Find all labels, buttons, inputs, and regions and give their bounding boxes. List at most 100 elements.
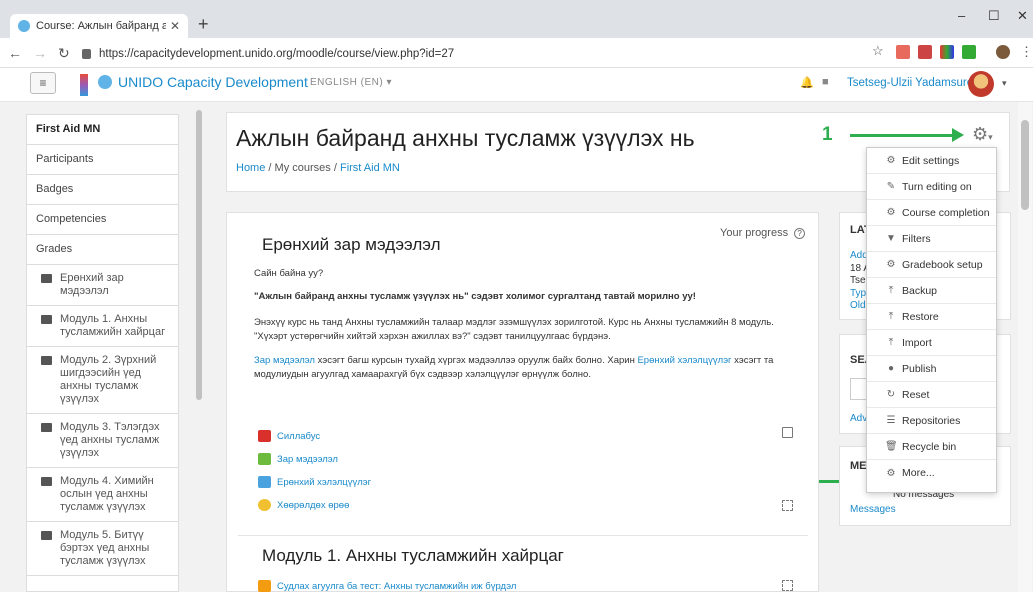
gear-icon: ⚙ <box>886 155 896 166</box>
menu-item-reset[interactable]: ↻ Reset <box>867 382 996 408</box>
sidebar-item-competencies[interactable]: Competencies <box>27 205 178 235</box>
avatar[interactable] <box>968 71 994 97</box>
menu-item-gradebook-setup[interactable]: ⚙ Gradebook setup <box>867 252 996 278</box>
lock-icon <box>82 49 91 59</box>
refresh-icon: ↻ <box>886 389 896 400</box>
greeting-text: Сайн байна уу? <box>254 268 324 279</box>
sidebar-section-item[interactable]: Модуль 3. Тэлэгдэх үед анхны тусламж үзү… <box>27 414 178 468</box>
gear-icon: ⚙ <box>886 207 896 218</box>
sidebar-item-badges[interactable]: Badges <box>27 175 178 205</box>
breadcrumb-course[interactable]: First Aid MN <box>340 162 400 174</box>
activity-module1-lesson[interactable]: Судлах агуулга ба тест: Анхны тусламжийн… <box>258 580 516 592</box>
sidebar-section-item[interactable]: Модуль 1. Анхны тусламжийн хайрцаг <box>27 306 178 347</box>
section-title: Ерөнхий зар мэдээлэл <box>262 235 441 254</box>
messages-block-title: ME <box>850 460 867 472</box>
menu-item-import[interactable]: ⤒ Import <box>867 330 996 356</box>
sidebar-item-course[interactable]: First Aid MN <box>27 115 178 145</box>
browser-tab[interactable]: Course: Ажлын байранд анхны ✕ <box>10 14 188 38</box>
advanced-search-link[interactable]: Adv <box>850 413 867 426</box>
intro-paragraph: Энэхүү курс нь танд Анхны тусламжийн тал… <box>254 317 774 342</box>
activity-chat[interactable]: Хөөрөлдөх өрөө <box>258 499 349 511</box>
upload-icon: ⤒ <box>888 285 894 296</box>
help-icon[interactable]: ? <box>794 228 806 239</box>
menu-item-edit-settings[interactable]: ⚙ Edit settings <box>867 148 996 174</box>
sidebar-section-item[interactable]: Модуль 4. Химийн ослын үед анхны тусламж… <box>27 468 178 522</box>
activity-syllabus[interactable]: Силлабус <box>258 430 320 442</box>
user-menu[interactable]: Tsetseg-Ulzii Yadamsuren <box>847 77 980 89</box>
section-divider <box>238 535 808 536</box>
menu-item-restore[interactable]: ⤒ Restore <box>867 304 996 330</box>
browser-menu-icon[interactable]: ⋮ <box>1020 44 1033 60</box>
language-menu[interactable]: ENGLISH (EN) ▾ <box>310 77 392 88</box>
unido-logo <box>80 74 88 96</box>
tab-title: Course: Ажлын байранд анхны <box>36 20 166 32</box>
annotation-arrowhead-1 <box>952 128 964 142</box>
welcome-text: "Ажлын байранд анхны тусламж үзүүлэх нь"… <box>254 291 696 302</box>
activity-general-forum[interactable]: Ерөнхий хэлэлцүүлэг <box>258 476 371 488</box>
message-icon[interactable]: ■ <box>822 76 829 88</box>
star-icon[interactable]: ☆ <box>872 43 884 59</box>
profile-icon[interactable] <box>996 45 1010 59</box>
breadcrumb-home[interactable]: Home <box>236 162 265 174</box>
upload-icon: ⤒ <box>888 337 894 348</box>
sidebar-item-participants[interactable]: Participants <box>27 145 178 175</box>
site-name-link[interactable]: UNIDO Capacity Development <box>98 74 308 90</box>
chat-icon <box>258 499 271 511</box>
sidebar-section-item[interactable]: Модуль 2. Зүрхний шигдээсийн үед анхны т… <box>27 347 178 414</box>
completion-checkbox[interactable] <box>782 427 793 438</box>
menu-item-recycle-bin[interactable]: 🗑 Recycle bin <box>867 434 996 460</box>
page-scroll-thumb[interactable] <box>1021 120 1029 210</box>
close-tab-icon[interactable]: ✕ <box>170 19 180 33</box>
upload-icon: ⤒ <box>888 311 894 322</box>
breadcrumb: Home / My courses / First Aid MN <box>236 162 400 174</box>
folder-icon <box>41 423 52 432</box>
extension-icon[interactable] <box>896 45 910 59</box>
messages-link[interactable]: Messages <box>850 504 896 517</box>
completion-checkbox-auto[interactable] <box>782 500 793 511</box>
sidebar-section-item[interactable]: Модуль 5. Битүү бэртэх үед анхны тусламж… <box>27 522 178 576</box>
gear-icon: ⚙ <box>886 259 896 270</box>
color-extension-icon[interactable] <box>940 45 954 59</box>
pdf-icon <box>258 430 271 442</box>
folder-icon <box>41 531 52 540</box>
menu-item-course-completion[interactable]: ⚙ Course completion <box>867 200 996 226</box>
menu-item-more[interactable]: ⚙ More... <box>867 460 996 486</box>
unido-favicon-icon <box>18 20 30 32</box>
notification-icon[interactable]: 🔔 <box>800 76 814 89</box>
annotation-arrow-1 <box>850 134 954 137</box>
forward-icon[interactable]: → <box>33 45 47 61</box>
reload-icon[interactable]: ↻ <box>58 45 70 62</box>
folder-icon <box>41 356 52 365</box>
lesson-icon <box>258 580 271 592</box>
menu-item-filters[interactable]: ▼ Filters <box>867 226 996 252</box>
forum-icon <box>258 453 271 465</box>
menu-item-backup[interactable]: ⤒ Backup <box>867 278 996 304</box>
trash-icon: 🗑 <box>885 441 898 452</box>
announcements-link[interactable]: Зар мэдээлэл <box>254 355 315 366</box>
menu-item-publish[interactable]: ● Publish <box>867 356 996 382</box>
sidebar-scroll-thumb[interactable] <box>196 110 202 400</box>
pencil-icon: ✎ <box>886 181 896 192</box>
back-icon[interactable]: ← <box>8 45 22 61</box>
close-window-icon[interactable]: ✕ <box>1017 8 1028 24</box>
course-admin-menu: ⚙ Edit settings ✎ Turn editing on ⚙ Course … <box>866 147 997 493</box>
new-tab-button[interactable]: + <box>198 14 209 34</box>
pdf-extension-icon[interactable] <box>918 45 932 59</box>
breadcrumb-my-courses[interactable]: My courses <box>275 162 331 174</box>
sidebar-section-item[interactable]: Ерөнхий зар мэдээлэл <box>27 265 178 306</box>
maximize-icon[interactable]: ☐ <box>988 8 1000 24</box>
folder-icon <box>41 477 52 486</box>
course-settings-gear-icon[interactable]: ⚙▾ <box>972 124 993 145</box>
menu-item-repositories[interactable]: ☰ Repositories <box>867 408 996 434</box>
minimize-icon[interactable]: – <box>958 8 965 23</box>
menu-item-turn-editing-on[interactable]: ✎ Turn editing on <box>867 174 996 200</box>
check-extension-icon[interactable] <box>962 45 976 59</box>
url-bar[interactable]: https://capacitydevelopment.unido.org/mo… <box>82 44 862 64</box>
chevron-down-icon[interactable]: ▾ <box>1002 78 1007 89</box>
drawer-toggle-button[interactable]: ≡ <box>30 72 56 94</box>
general-forum-link[interactable]: Ерөнхий хэлэлцүүлэг <box>637 355 731 366</box>
completion-checkbox-auto[interactable] <box>782 580 793 591</box>
sidebar-item-grades[interactable]: Grades <box>27 235 178 265</box>
list-icon: ☰ <box>886 415 896 426</box>
activity-announcements[interactable]: Зар мэдээлэл <box>258 453 338 465</box>
